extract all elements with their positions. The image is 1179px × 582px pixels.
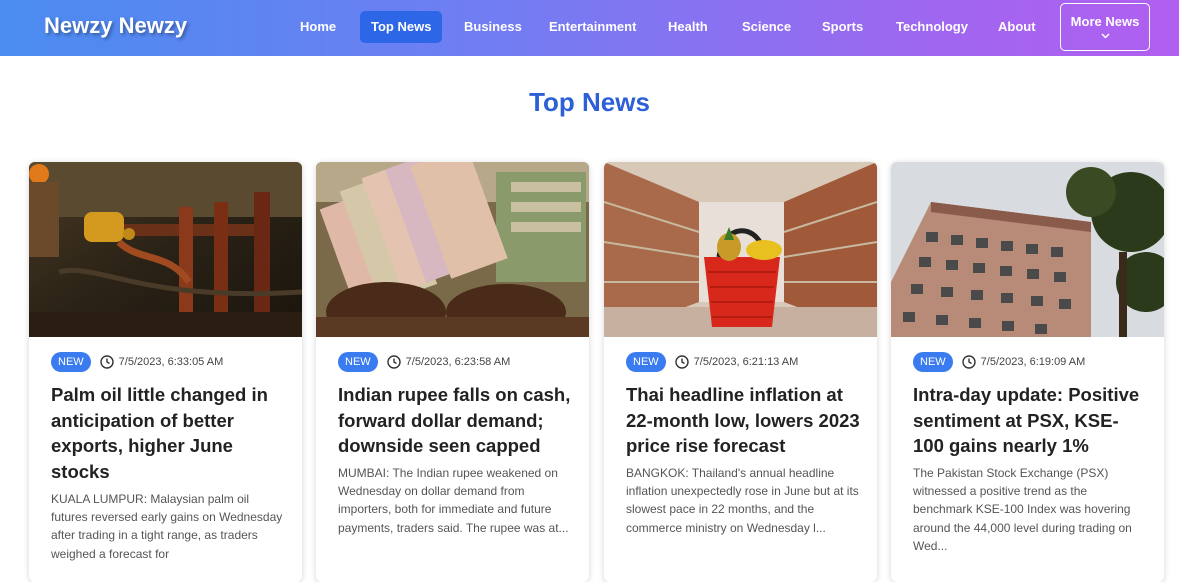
palm-oil-photo[interactable]: [29, 162, 302, 337]
clock-icon: [99, 355, 114, 369]
grocery-basket-photo[interactable]: [604, 162, 877, 337]
news-card-palm-oil[interactable]: NEW 7/5/2023, 6:33:05 AM Palm oil little…: [29, 162, 302, 582]
brand-logo[interactable]: Newzy Newzy: [44, 13, 187, 39]
publish-time: 7/5/2023, 6:21:13 AM: [693, 356, 799, 368]
more-news-label: More News: [1070, 14, 1140, 29]
clock-icon: [961, 355, 976, 369]
card-summary: The Pakistan Stock Exchange (PSX) witnes…: [913, 466, 1132, 553]
card-meta: NEW 7/5/2023, 6:33:05 AM: [51, 352, 223, 372]
card-meta: NEW 7/5/2023, 6:21:13 AM: [626, 352, 798, 372]
nav-link-health[interactable]: Health: [657, 11, 719, 43]
page-title: Top News: [529, 87, 650, 117]
news-card-indian-rupee[interactable]: NEW 7/5/2023, 6:23:58 AM Indian rupee fa…: [316, 162, 589, 582]
card-headline[interactable]: Indian rupee falls on cash, forward doll…: [338, 382, 574, 459]
top-navbar: Newzy Newzy Home Top News Business Enter…: [0, 0, 1179, 56]
nav-link-science[interactable]: Science: [731, 11, 802, 43]
nav-link-entertainment[interactable]: Entertainment: [538, 11, 647, 43]
nav-link-technology[interactable]: Technology: [885, 11, 979, 43]
nav-link-business[interactable]: Business: [453, 11, 533, 43]
card-headline[interactable]: Palm oil little changed in anticipation …: [51, 382, 287, 484]
card-summary: MUMBAI: The Indian rupee weakened on Wed…: [338, 466, 569, 535]
more-news-dropdown[interactable]: More News: [1060, 3, 1150, 51]
new-badge: NEW: [51, 352, 91, 372]
rupee-notes-photo[interactable]: [316, 162, 589, 337]
nav-link-sports[interactable]: Sports: [811, 11, 874, 43]
new-badge: NEW: [338, 352, 378, 372]
nav-link-about[interactable]: About: [987, 11, 1047, 43]
card-headline[interactable]: Thai headline inflation at 22-month low,…: [626, 382, 862, 459]
chevron-down-icon: [1061, 31, 1149, 41]
card-summary: KUALA LUMPUR: Malaysian palm oil futures…: [51, 492, 283, 561]
publish-time: 7/5/2023, 6:23:58 AM: [405, 356, 511, 368]
clock-icon: [674, 355, 689, 369]
clock-icon: [386, 355, 401, 369]
news-card-thai-inflation[interactable]: NEW 7/5/2023, 6:21:13 AM Thai headline i…: [604, 162, 877, 582]
card-summary: BANGKOK: Thailand's annual headline infl…: [626, 466, 859, 535]
nav-link-top-news[interactable]: Top News: [360, 11, 443, 43]
card-meta: NEW 7/5/2023, 6:23:58 AM: [338, 352, 510, 372]
publish-time: 7/5/2023, 6:19:09 AM: [980, 356, 1086, 368]
new-badge: NEW: [913, 352, 953, 372]
card-meta: NEW 7/5/2023, 6:19:09 AM: [913, 352, 1085, 372]
psx-building-photo[interactable]: [891, 162, 1164, 337]
new-badge: NEW: [626, 352, 666, 372]
nav-link-home[interactable]: Home: [289, 11, 347, 43]
news-card-psx[interactable]: NEW 7/5/2023, 6:19:09 AM Intra-day updat…: [891, 162, 1164, 582]
publish-time: 7/5/2023, 6:33:05 AM: [118, 356, 224, 368]
card-headline[interactable]: Intra-day update: Positive sentiment at …: [913, 382, 1149, 459]
